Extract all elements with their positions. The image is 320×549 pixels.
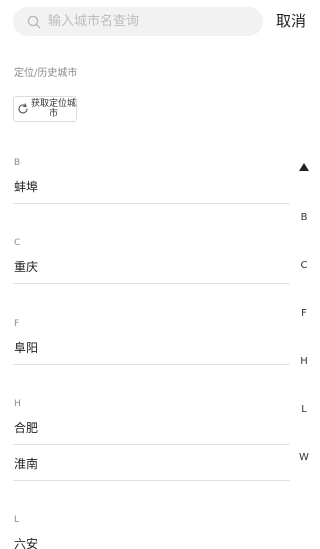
search-bar[interactable] bbox=[13, 7, 263, 36]
search-input[interactable] bbox=[48, 14, 248, 29]
list-item[interactable]: 重庆 bbox=[13, 250, 290, 284]
triangle-up-icon bbox=[299, 163, 309, 171]
list-item[interactable]: 淮南 bbox=[13, 447, 290, 481]
index-letter-c[interactable]: C bbox=[295, 259, 313, 273]
group-letter-b: B bbox=[14, 158, 21, 168]
index-letter-h[interactable]: H bbox=[295, 355, 313, 369]
group-letter-h: H bbox=[14, 399, 21, 409]
cancel-button[interactable]: 取消 bbox=[276, 10, 306, 32]
location-section-title: 定位/历史城市 bbox=[14, 68, 78, 79]
index-letter-l[interactable]: L bbox=[295, 403, 313, 417]
index-letter-b[interactable]: B bbox=[295, 211, 313, 225]
group-letter-l: L bbox=[14, 515, 20, 525]
list-item[interactable]: 六安 bbox=[13, 527, 290, 549]
group-letter-f: F bbox=[14, 319, 20, 329]
index-letter-w[interactable]: W bbox=[295, 451, 313, 465]
get-location-button[interactable]: 获取定位城市 bbox=[13, 96, 77, 122]
list-item[interactable]: 合肥 bbox=[13, 411, 290, 445]
city-picker-page: 取消 定位/历史城市 获取定位城市 B 蚌埠 C 重庆 F 阜阳 H 合肥 淮南… bbox=[0, 0, 320, 549]
group-letter-c: C bbox=[14, 238, 21, 248]
index-top-button[interactable] bbox=[295, 160, 313, 171]
refresh-icon bbox=[17, 103, 29, 115]
search-icon bbox=[26, 14, 42, 30]
list-item[interactable]: 蚌埠 bbox=[13, 170, 290, 204]
get-location-button-label: 获取定位城市 bbox=[31, 99, 77, 119]
list-item[interactable]: 阜阳 bbox=[13, 331, 290, 365]
index-letter-f[interactable]: F bbox=[295, 307, 313, 321]
